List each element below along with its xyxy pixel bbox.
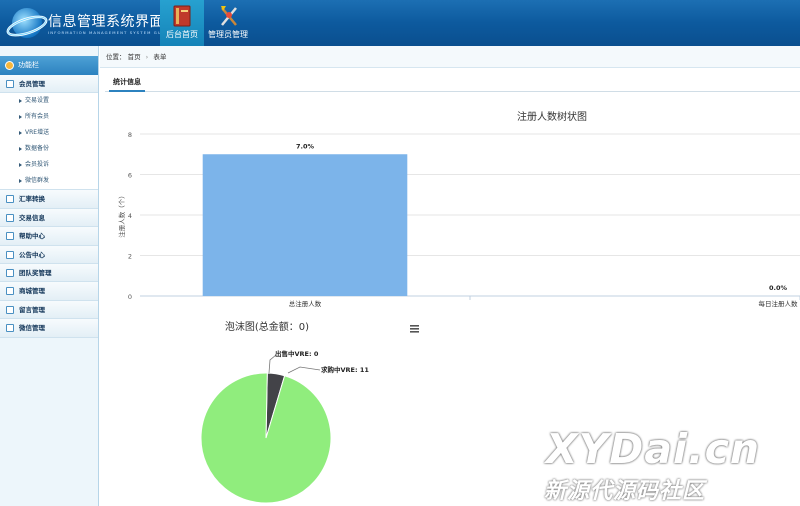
- sidebar-item-wechat-broadcast[interactable]: 微信群发: [0, 173, 98, 190]
- pie-connector: [287, 366, 321, 374]
- tab-statistics[interactable]: 统计信息: [109, 75, 145, 92]
- bar: [202, 154, 408, 296]
- sidebar-item-vre-gift[interactable]: VRE增送: [0, 125, 98, 142]
- sidebar-group-label: 汇率转换: [19, 195, 45, 204]
- triangle-right-icon: [19, 115, 22, 120]
- top-header: 信息管理系统界面 INFORMATION MANAGEMENT SYSTEM G…: [0, 0, 800, 46]
- sidebar-item-label: 微信群发: [25, 177, 50, 185]
- edit-icon: [6, 287, 14, 296]
- function-icon: [5, 61, 14, 70]
- app-subtitle: INFORMATION MANAGEMENT SYSTEM GUI: [48, 30, 164, 35]
- sidebar-group-trade-info[interactable]: 交易信息: [0, 208, 98, 228]
- nav-admin-label: 管理员管理: [208, 30, 248, 39]
- sidebar-item-label: 交易设置: [25, 97, 50, 105]
- sidebar-group-wechat[interactable]: 微信管理: [0, 319, 98, 338]
- sidebar-item-trade-settings[interactable]: 交易设置: [0, 93, 98, 110]
- pie-chart: 泡沫图(总金额：0) 出售中VRE: 0求购中VRE: 11: [200, 320, 419, 504]
- app-title: 信息管理系统界面: [48, 14, 164, 30]
- edit-icon: [6, 232, 14, 241]
- nav-admin[interactable]: 管理员管理: [206, 0, 250, 46]
- app-window: 信息管理系统界面 INFORMATION MANAGEMENT SYSTEM G…: [0, 0, 800, 506]
- sidebar-item-data-backup[interactable]: 数据备份: [0, 141, 98, 158]
- sidebar-group-label: 会员管理: [19, 80, 45, 88]
- sidebar-group-label: 团队奖管理: [19, 268, 52, 277]
- sidebar-group-label: 交易信息: [19, 213, 45, 222]
- sidebar-item-label: 会员投诉: [25, 161, 50, 169]
- sidebar-group-label: 公告中心: [19, 250, 45, 259]
- watermark: XYDai.cn 新源代源码社区: [540, 425, 800, 506]
- member-icon: [6, 80, 14, 88]
- edit-icon: [6, 305, 14, 314]
- tab-bar: 统计信息: [105, 72, 800, 92]
- sidebar-header[interactable]: 功能栏: [0, 56, 98, 75]
- triangle-right-icon: [19, 131, 22, 136]
- sidebar-group-label: 微信管理: [19, 324, 45, 333]
- sidebar-group-exchange-rate[interactable]: 汇率转换: [0, 190, 98, 209]
- breadcrumb: 位置： 首页 › 表单: [100, 46, 800, 68]
- y-axis-label: 注册人数（个）: [117, 192, 126, 238]
- triangle-right-icon: [19, 163, 22, 168]
- sidebar-group-mall[interactable]: 商城管理: [0, 282, 98, 301]
- watermark-line2: 新源代源码社区: [544, 479, 706, 504]
- trade-icon: [6, 213, 14, 222]
- sidebar-group-help[interactable]: 帮助中心: [0, 227, 98, 246]
- y-tick-label: 6: [128, 172, 132, 180]
- nav-home[interactable]: 后台首页: [160, 0, 204, 46]
- chat-icon: [6, 324, 14, 333]
- sidebar-item-label: 数据备份: [25, 145, 50, 153]
- list-icon: [6, 268, 14, 277]
- sidebar-header-label: 功能栏: [18, 61, 39, 69]
- chart-title: 注册人数树状图: [517, 110, 587, 123]
- sidebar-item-all-members[interactable]: 所有会员: [0, 109, 98, 126]
- sidebar: 功能栏 会员管理 交易设置 所有会员 VRE增送 数据备份 会员投诉 微信群发 …: [0, 46, 99, 506]
- menu-bar: [410, 331, 419, 333]
- nav-home-label: 后台首页: [166, 30, 198, 39]
- breadcrumb-separator: ›: [145, 53, 149, 61]
- breadcrumb-prefix: 位置：: [106, 53, 126, 61]
- globe-icon: [6, 8, 48, 38]
- sidebar-group-team-award[interactable]: 团队奖管理: [0, 263, 98, 283]
- pie-label: 求购中VRE: 11: [321, 365, 369, 374]
- sidebar-group-label: 留言管理: [19, 305, 45, 314]
- sidebar-group-messages[interactable]: 留言管理: [0, 300, 98, 320]
- y-tick-label: 8: [128, 131, 132, 139]
- tools-icon: [221, 6, 237, 26]
- edit-icon: [6, 250, 14, 259]
- menu-icon[interactable]: [410, 325, 419, 333]
- menu-bar: [410, 328, 419, 330]
- sidebar-group-label: 帮助中心: [19, 232, 45, 241]
- book-icon: [173, 5, 191, 27]
- y-tick-label: 4: [128, 212, 132, 220]
- y-tick-label: 0: [128, 293, 132, 301]
- exchange-icon: [6, 195, 14, 204]
- x-tick-label: 每日注册人数: [759, 299, 799, 308]
- sidebar-item-member-complaints[interactable]: 会员投诉: [0, 157, 98, 174]
- y-tick-label: 2: [128, 253, 132, 261]
- x-tick-label: 总注册人数: [289, 299, 322, 308]
- breadcrumb-current: 表单: [153, 53, 167, 61]
- sidebar-submenu: 交易设置 所有会员 VRE增送 数据备份 会员投诉 微信群发: [0, 93, 98, 191]
- pie-slice: [200, 372, 332, 504]
- data-label: 0.0%: [769, 284, 788, 292]
- watermark-line1: XYDai.cn: [546, 425, 761, 473]
- sidebar-group-label: 商城管理: [19, 287, 45, 296]
- data-label: 7.0%: [296, 142, 315, 150]
- triangle-right-icon: [19, 147, 22, 152]
- sidebar-group-member[interactable]: 会员管理: [0, 75, 98, 94]
- sidebar-item-label: VRE增送: [25, 129, 50, 137]
- pie-label: 出售中VRE: 0: [275, 349, 319, 358]
- breadcrumb-home-link[interactable]: 首页: [128, 53, 141, 61]
- sidebar-group-announcements[interactable]: 公告中心: [0, 245, 98, 264]
- triangle-right-icon: [19, 179, 22, 184]
- menu-bar: [410, 325, 419, 327]
- bar-chart: 注册人数树状图 0 2 4 6 8 注册人数（个） 7.0% 总注册人数 0.0% 每日注册人数: [117, 110, 800, 308]
- triangle-right-icon: [19, 99, 22, 104]
- pie-title: 泡沫图(总金额：0): [225, 320, 309, 333]
- sidebar-item-label: 所有会员: [25, 113, 50, 121]
